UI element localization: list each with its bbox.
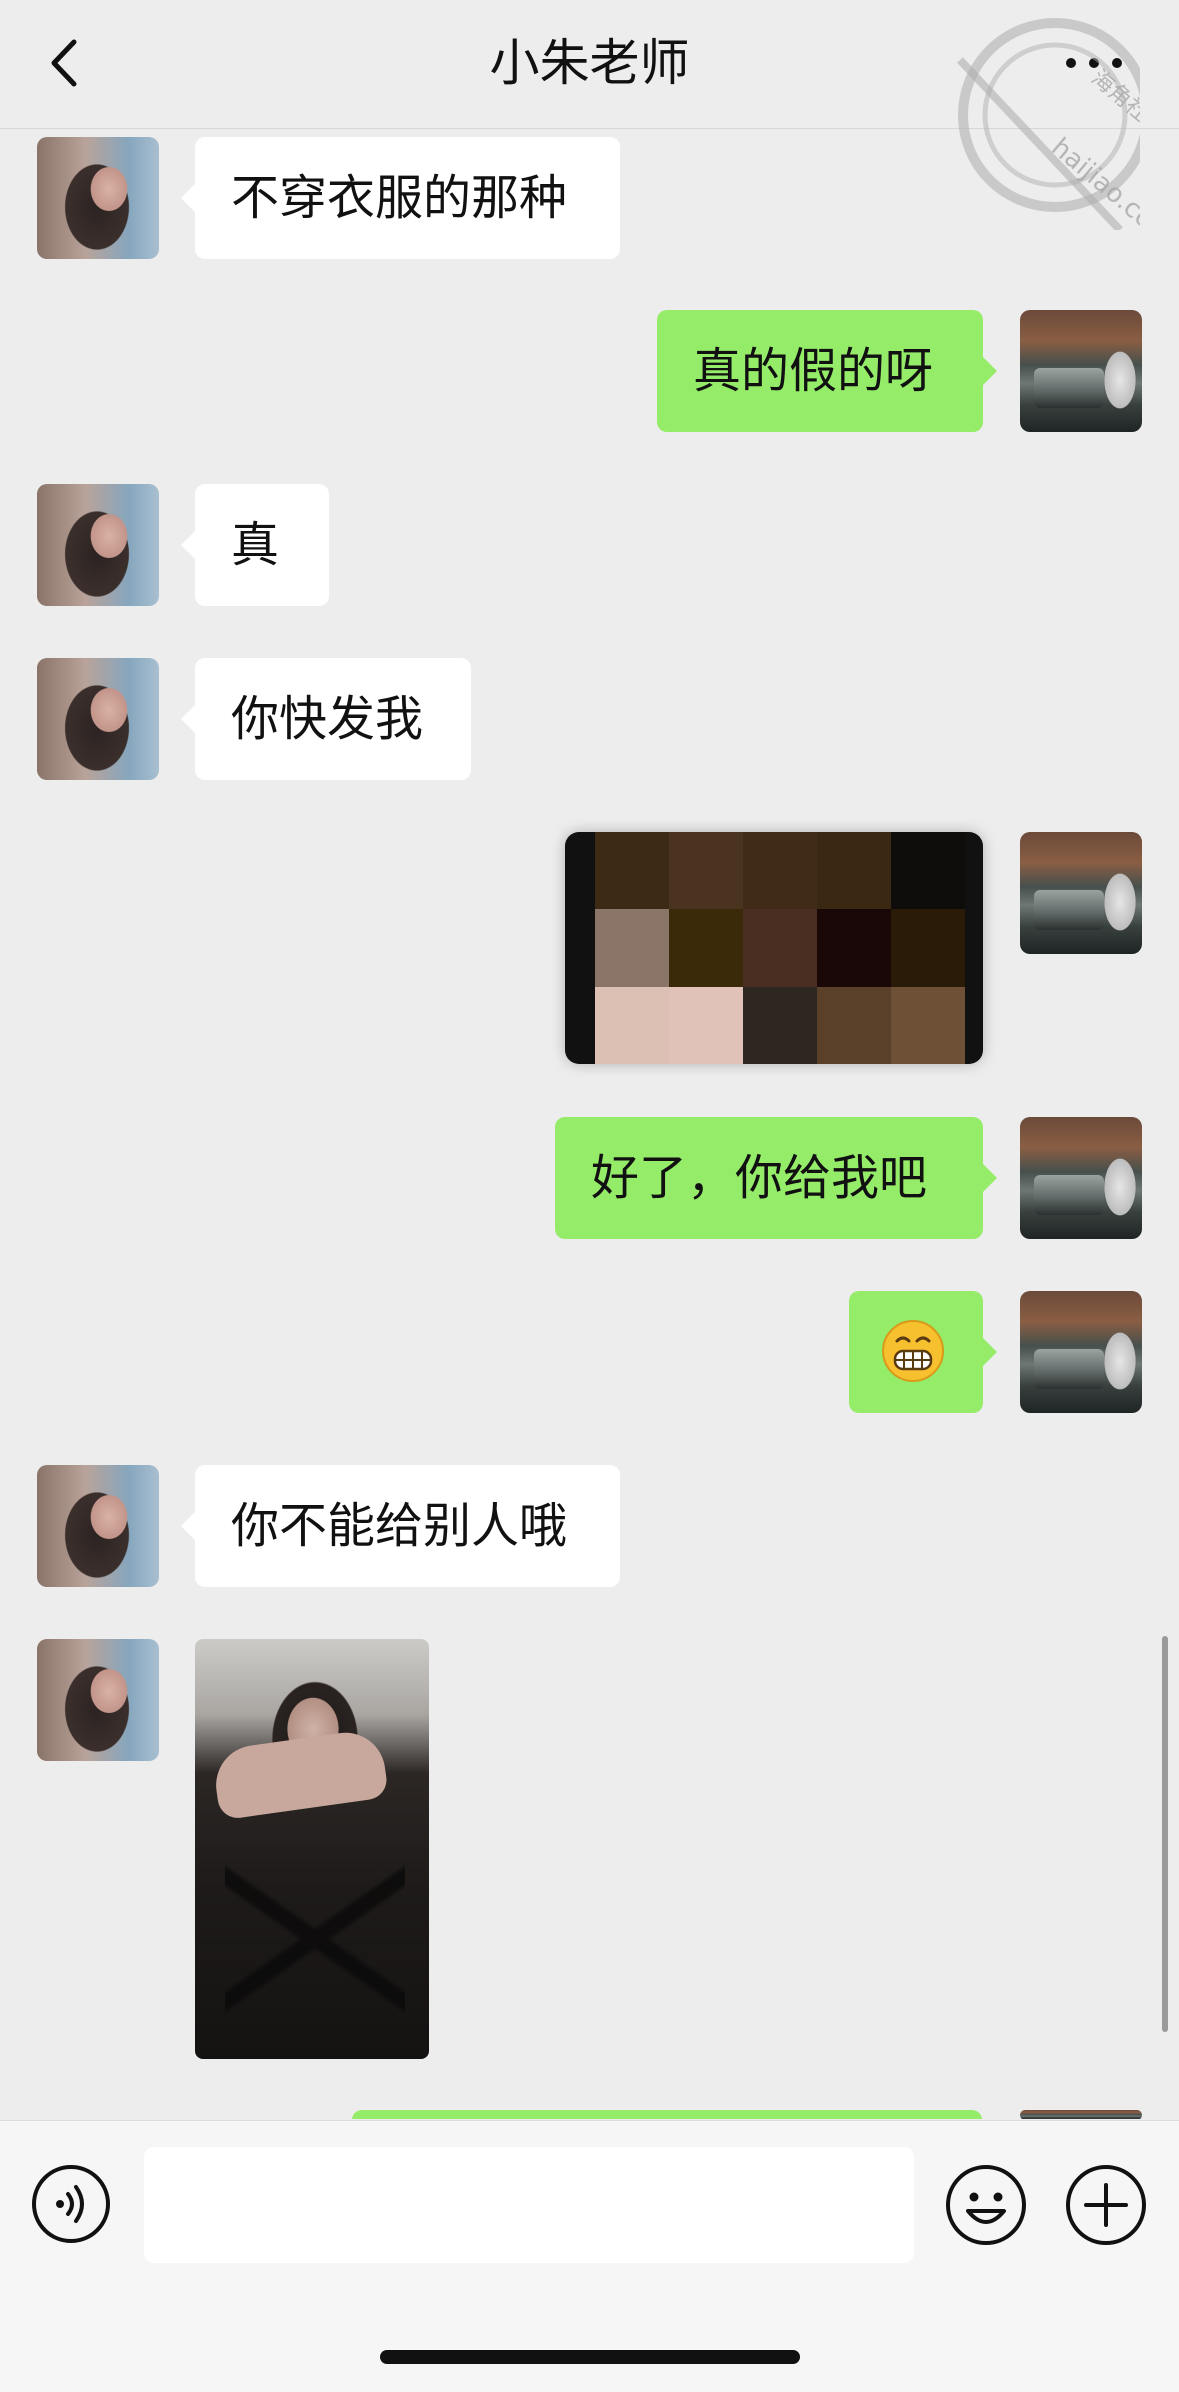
message-bubble-sent[interactable] xyxy=(849,1291,997,1413)
watermark-stamp: haijiao.com 海角社区 xyxy=(957,18,1140,230)
message-bubble-received[interactable]: 不穿衣服的那种 xyxy=(181,137,620,259)
message-bubble-received[interactable]: 你不能给别人哦 xyxy=(181,1465,620,1587)
pixel-tile xyxy=(595,986,669,1064)
pixel-tile xyxy=(891,832,965,910)
message-bubble-sent[interactable]: 真的假的呀 xyxy=(657,310,997,432)
my-avatar[interactable] xyxy=(1020,1291,1142,1413)
contact-avatar[interactable] xyxy=(37,1465,159,1587)
grinning-face-emoji xyxy=(882,1320,944,1382)
pixel-tile xyxy=(891,909,965,987)
pixel-tile xyxy=(595,832,669,910)
message-bubble-received[interactable]: 你快发我 xyxy=(181,658,471,780)
pixelated-image xyxy=(595,832,965,1064)
image-message[interactable] xyxy=(565,832,983,1064)
pixel-tile xyxy=(669,986,743,1064)
emoji-smile-icon[interactable] xyxy=(944,2163,1028,2247)
pixel-tile xyxy=(891,986,965,1064)
scrollbar[interactable] xyxy=(1162,1636,1168,2032)
pixel-tile xyxy=(743,986,817,1064)
my-avatar[interactable] xyxy=(1020,832,1142,954)
my-avatar[interactable] xyxy=(1020,1117,1142,1239)
contact-avatar[interactable] xyxy=(37,1639,159,1761)
pixel-tile xyxy=(743,909,817,987)
contact-avatar[interactable] xyxy=(37,658,159,780)
voice-icon[interactable] xyxy=(30,2163,112,2245)
my-avatar[interactable] xyxy=(1020,310,1142,432)
my-avatar[interactable] xyxy=(1020,2110,1142,2119)
chat-messages[interactable]: 不穿衣服的那种 真的假的呀 真 你快发我 好了，你给我吧 你不能给别人哦 xyxy=(0,129,1179,2119)
photo-message[interactable] xyxy=(195,1639,429,2059)
pixel-tile xyxy=(817,986,891,1064)
pixel-tile xyxy=(817,832,891,910)
contact-avatar[interactable] xyxy=(37,484,159,606)
contact-avatar[interactable] xyxy=(37,137,159,259)
pixel-tile xyxy=(669,832,743,910)
message-bubble-sent[interactable] xyxy=(352,2110,982,2119)
pixel-tile xyxy=(817,909,891,987)
pixel-tile xyxy=(743,832,817,910)
pixel-tile xyxy=(595,909,669,987)
message-input[interactable] xyxy=(144,2147,914,2263)
plus-circle-icon[interactable] xyxy=(1064,2163,1148,2247)
home-indicator xyxy=(380,2350,800,2364)
message-bubble-received[interactable]: 真 xyxy=(181,484,329,606)
pixel-tile xyxy=(669,909,743,987)
message-bubble-sent[interactable]: 好了，你给我吧 xyxy=(555,1117,997,1239)
watermark-text-cn: 海角社区 xyxy=(1086,65,1140,141)
